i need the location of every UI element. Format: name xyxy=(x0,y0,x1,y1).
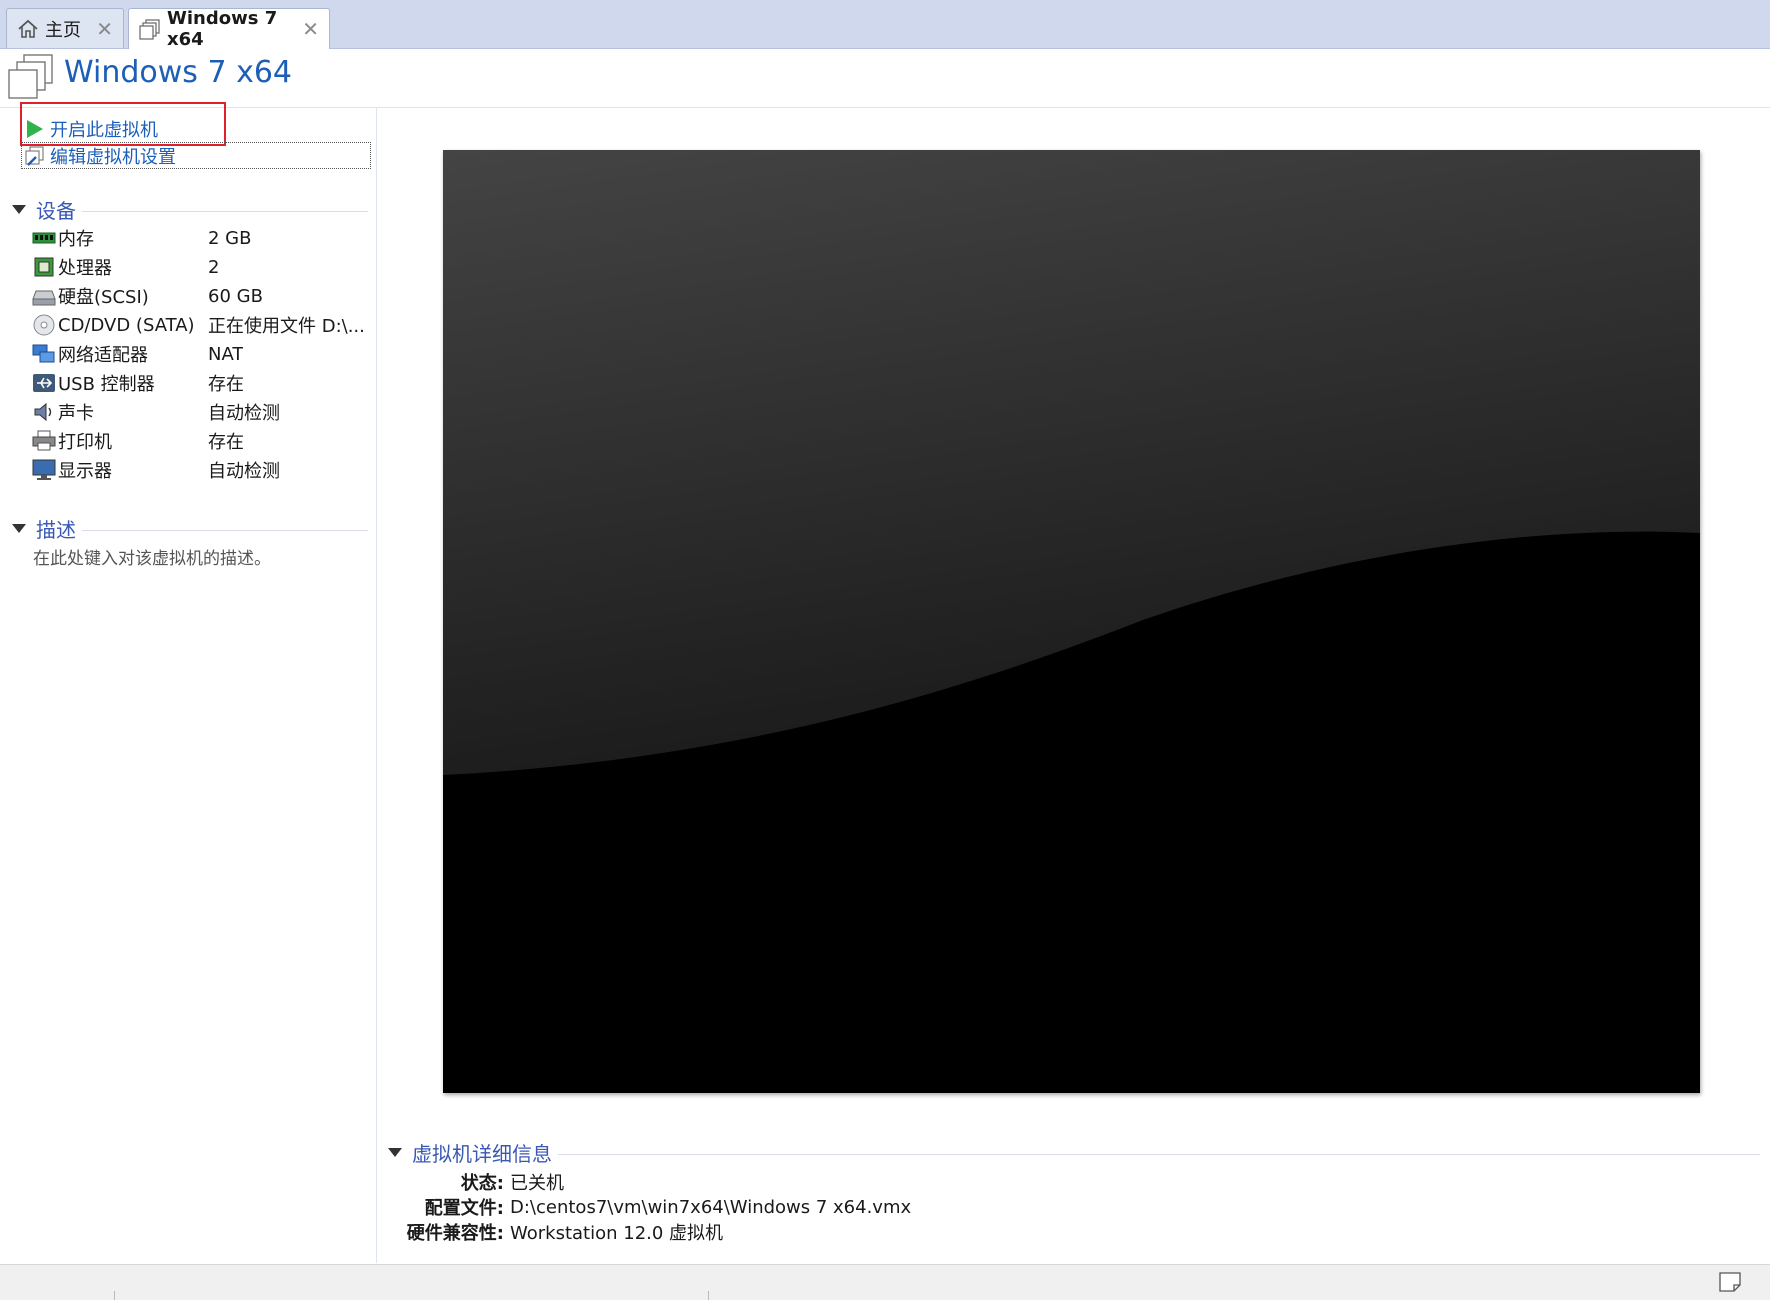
status-bar xyxy=(0,1264,1770,1300)
description-input[interactable]: 在此处键入对该虚拟机的描述。 xyxy=(33,544,271,569)
tab-windows7[interactable]: Windows 7 x64 ✕ xyxy=(128,8,330,50)
note-icon[interactable] xyxy=(1718,1271,1742,1293)
device-value: 正在使用文件 D:\... xyxy=(208,316,365,337)
detail-row-config-file: 配置文件: D:\centos7\vm\win7x64\Windows 7 x6… xyxy=(400,1194,911,1220)
devices-section-header[interactable]: 设备 xyxy=(12,196,368,223)
sound-card-icon xyxy=(32,401,56,423)
vm-icon xyxy=(6,53,56,103)
edit-settings-label: 编辑虚拟机设置 xyxy=(50,147,176,168)
divider xyxy=(82,210,368,212)
device-name: 声卡 xyxy=(58,403,94,424)
device-value: NAT xyxy=(208,343,244,365)
device-row-processor[interactable]: 处理器 2 xyxy=(32,253,372,281)
device-name: 打印机 xyxy=(58,432,112,453)
device-row-cd-dvd[interactable]: CD/DVD (SATA) 正在使用文件 D:\... xyxy=(32,311,372,339)
processor-icon xyxy=(32,256,56,278)
detail-key: 硬件兼容性: xyxy=(406,1223,504,1244)
tab-home[interactable]: 主页 ✕ xyxy=(6,8,124,48)
device-name: 硬盘(SCSI) xyxy=(58,287,149,308)
device-name: 网络适配器 xyxy=(58,345,148,366)
device-name: CD/DVD (SATA) xyxy=(58,314,195,336)
detail-row-compatibility: 硬件兼容性: Workstation 12.0 虚拟机 xyxy=(400,1219,723,1245)
device-row-sound[interactable]: 声卡 自动检测 xyxy=(32,398,372,426)
vm-preview-screen[interactable] xyxy=(443,150,1700,1093)
device-row-usb[interactable]: USB 控制器 存在 xyxy=(32,369,372,397)
power-on-label: 开启此虚拟机 xyxy=(50,120,158,141)
display-icon xyxy=(32,459,56,481)
device-value: 存在 xyxy=(208,432,244,453)
hard-disk-icon xyxy=(32,285,56,307)
devices-section-title: 设备 xyxy=(36,198,76,223)
close-icon[interactable]: ✕ xyxy=(96,17,113,41)
divider xyxy=(558,1153,1760,1155)
usb-icon xyxy=(32,372,56,394)
page-title: Windows 7 x64 xyxy=(64,55,293,90)
memory-icon xyxy=(32,227,56,249)
vm-icon xyxy=(139,18,161,40)
detail-value: 已关机 xyxy=(510,1173,564,1194)
cd-dvd-icon xyxy=(32,314,56,336)
collapse-triangle-icon xyxy=(12,204,26,214)
detail-key: 配置文件: xyxy=(424,1198,504,1219)
tab-windows7-label: Windows 7 x64 xyxy=(167,8,278,50)
detail-value: Workstation 12.0 虚拟机 xyxy=(510,1223,724,1244)
collapse-triangle-icon xyxy=(388,1147,402,1157)
description-section-header[interactable]: 描述 xyxy=(12,515,368,542)
device-name: 内存 xyxy=(58,229,94,250)
detail-key: 状态: xyxy=(460,1173,504,1194)
device-value: 存在 xyxy=(208,374,244,395)
settings-edit-icon xyxy=(24,145,46,167)
printer-icon xyxy=(32,430,56,452)
close-icon[interactable]: ✕ xyxy=(302,17,319,41)
power-on-button[interactable]: 开启此虚拟机 xyxy=(24,116,158,142)
device-row-network[interactable]: 网络适配器 NAT xyxy=(32,340,372,368)
device-name: 处理器 xyxy=(58,258,112,279)
home-icon xyxy=(17,18,39,40)
network-adapter-icon xyxy=(32,343,56,365)
device-row-hard-disk[interactable]: 硬盘(SCSI) 60 GB xyxy=(32,282,372,310)
device-value: 60 GB xyxy=(208,285,263,307)
preview-image xyxy=(443,150,1700,1093)
description-section-title: 描述 xyxy=(36,517,76,542)
device-value: 自动检测 xyxy=(208,461,280,482)
tab-bar: 主页 ✕ Windows 7 x64 ✕ xyxy=(0,0,1770,50)
device-row-memory[interactable]: 内存 2 GB xyxy=(32,224,372,252)
tab-home-label: 主页 xyxy=(45,19,81,41)
device-name: 显示器 xyxy=(58,461,112,482)
edit-settings-button[interactable]: 编辑虚拟机设置 xyxy=(24,143,176,169)
collapse-triangle-icon xyxy=(12,523,26,533)
device-row-display[interactable]: 显示器 自动检测 xyxy=(32,456,372,484)
vm-header: Windows 7 x64 xyxy=(0,49,1770,108)
divider xyxy=(82,529,368,531)
details-section-title: 虚拟机详细信息 xyxy=(412,1141,552,1166)
device-value: 2 xyxy=(208,256,220,278)
device-value: 2 GB xyxy=(208,227,252,249)
device-value: 自动检测 xyxy=(208,403,280,424)
detail-value: D:\centos7\vm\win7x64\Windows 7 x64.vmx xyxy=(510,1196,912,1218)
device-row-printer[interactable]: 打印机 存在 xyxy=(32,427,372,455)
device-name: USB 控制器 xyxy=(58,374,155,395)
play-icon xyxy=(24,118,46,140)
detail-row-state: 状态: 已关机 xyxy=(400,1169,564,1195)
details-section-header[interactable]: 虚拟机详细信息 xyxy=(388,1138,1760,1166)
